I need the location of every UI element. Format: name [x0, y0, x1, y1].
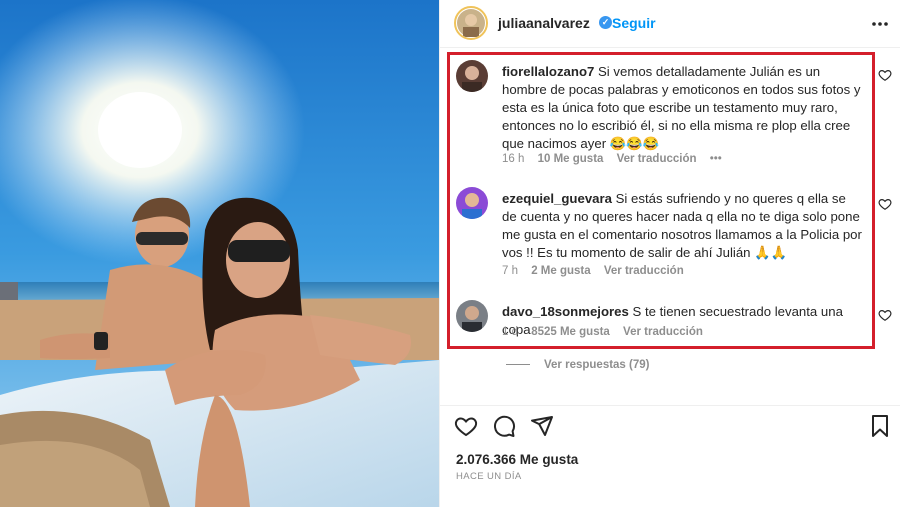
verified-badge-icon: ✓ — [599, 16, 612, 29]
post-photo[interactable] — [0, 0, 439, 507]
commenter-avatar[interactable] — [456, 300, 488, 332]
comment-time[interactable]: 1 d — [502, 326, 518, 338]
comment-likes[interactable]: 2 Me gusta — [531, 265, 590, 277]
post-time-ago: HACE UN DÍA — [456, 471, 522, 482]
comment-time[interactable]: 7 h — [502, 265, 518, 277]
share-icon[interactable] — [530, 414, 554, 438]
post-header: juliaanalvarez ✓ Seguir — [440, 0, 900, 48]
post-panel: juliaanalvarez ✓ Seguir fiorellalozano7 … — [439, 0, 900, 507]
more-options-icon[interactable] — [870, 14, 890, 34]
comment-username[interactable]: fiorellalozano7 — [502, 64, 594, 79]
heart-icon[interactable] — [878, 68, 892, 82]
replies-divider-line — [506, 364, 530, 366]
heart-icon[interactable] — [878, 197, 892, 211]
see-translation-link[interactable]: Ver traducción — [604, 265, 684, 277]
heart-icon[interactable] — [878, 308, 892, 322]
see-translation-link[interactable]: Ver traducción — [623, 326, 703, 338]
view-replies-button[interactable]: Ver respuestas (79) — [506, 359, 649, 371]
author-avatar[interactable] — [454, 6, 488, 40]
commenter-avatar[interactable] — [456, 187, 488, 219]
comment-username[interactable]: davo_18sonmejores — [502, 304, 629, 319]
comment-meta: 1 d 8525 Me gusta Ver traducción — [502, 326, 713, 338]
heart-icon[interactable] — [454, 414, 478, 438]
comment-likes[interactable]: 8525 Me gusta — [531, 326, 610, 338]
bookmark-icon[interactable] — [868, 414, 892, 438]
comments-list: fiorellalozano7 Si vemos detalladamente … — [440, 48, 900, 398]
post-likes-count[interactable]: 2.076.366 Me gusta — [456, 452, 578, 467]
comment-more-options[interactable]: ••• — [710, 153, 722, 165]
author-username[interactable]: juliaanalvarez — [498, 15, 590, 31]
action-bar — [440, 405, 900, 445]
comment-icon[interactable] — [492, 414, 516, 438]
comment-text-block: ezequiel_guevara Si estás sufriendo y no… — [502, 190, 864, 262]
see-translation-link[interactable]: Ver traducción — [617, 153, 697, 165]
comment-likes[interactable]: 10 Me gusta — [538, 153, 604, 165]
comment-meta: 7 h 2 Me gusta Ver traducción — [502, 265, 694, 277]
comment-username[interactable]: ezequiel_guevara — [502, 191, 612, 206]
follow-button[interactable]: Seguir — [612, 15, 656, 31]
beach-selfie-image — [0, 0, 439, 507]
commenter-avatar[interactable] — [456, 60, 488, 92]
comment-text-block: fiorellalozano7 Si vemos detalladamente … — [502, 63, 864, 153]
comment-time[interactable]: 16 h — [502, 153, 524, 165]
view-replies-label: Ver respuestas (79) — [544, 359, 650, 371]
comment-meta: 16 h 10 Me gusta Ver traducción ••• — [502, 153, 732, 165]
